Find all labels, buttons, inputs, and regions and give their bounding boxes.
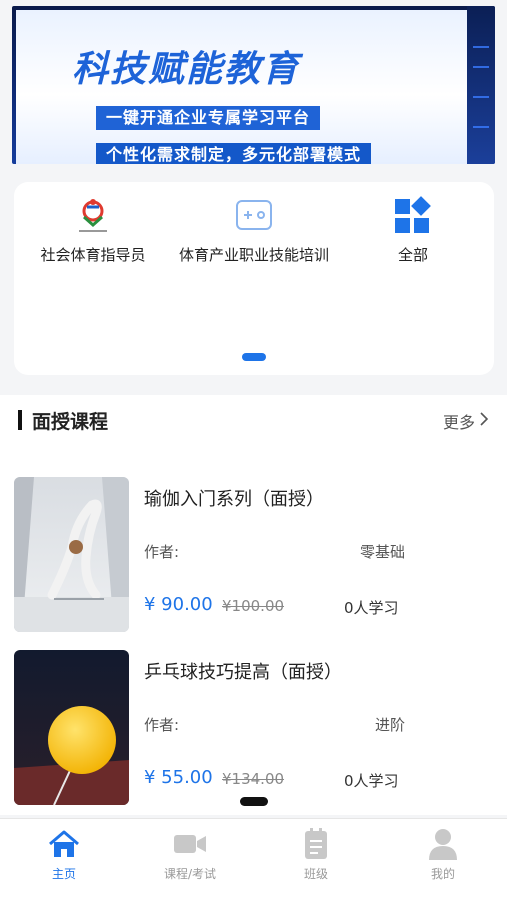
course-card[interactable]: 乒乓球技巧提高（面授） 作者: 进阶 ¥ 55.00 ¥134.00 0人学习 [0, 650, 507, 810]
tab-label: 主页 [51, 867, 76, 881]
course-level: 进阶 [374, 716, 405, 734]
gamepad-icon [169, 190, 339, 240]
course-level: 零基础 [359, 543, 405, 561]
course-learners: 0人学习 [344, 772, 399, 790]
tab-label: 课程/考试 [163, 867, 217, 881]
home-icon [14, 827, 114, 861]
sports-association-logo-icon [8, 190, 178, 240]
tab-label: 我的 [430, 867, 455, 881]
more-label: 更多 [442, 413, 475, 432]
course-thumbnail [14, 650, 129, 805]
tab-profile[interactable]: 我的 [393, 827, 493, 882]
banner-headline: 科技赋能教育 [72, 49, 301, 90]
video-camera-icon [140, 827, 240, 861]
course-original-price: ¥134.00 [222, 770, 285, 788]
carousel-page-indicator [242, 353, 266, 361]
course-original-price: ¥100.00 [222, 597, 285, 615]
tab-courses-exams[interactable]: 课程/考试 [140, 827, 240, 882]
category-social-sports-instructor[interactable]: 社会体育指导员 [8, 190, 178, 265]
category-all[interactable]: 全部 [328, 190, 498, 265]
banner-tag-2: 个性化需求制定，多元化部署模式 [96, 143, 372, 164]
course-learners: 0人学习 [344, 599, 399, 617]
section-title: 面授课程 [32, 411, 109, 433]
category-label: 全部 [397, 246, 428, 264]
promo-banner[interactable]: 科技赋能教育 一键开通企业专属学习平台 个性化需求制定，多元化部署模式 [12, 6, 495, 164]
category-card: 社会体育指导员 体育产业职业技能培训 全部 [14, 182, 494, 375]
bottom-tab-bar: 主页 课程/考试 班级 我的 [0, 818, 507, 900]
course-author: 作者: [144, 716, 180, 734]
course-author: 作者: [144, 543, 180, 561]
course-section: 面授课程 更多 瑜伽入门系列（面授） 作者: 零基础 ¥ 90.00 ¥100.… [0, 395, 507, 815]
user-icon [393, 827, 493, 861]
tab-home[interactable]: 主页 [14, 827, 114, 882]
scroll-indicator [240, 797, 268, 806]
section-title-marker [18, 410, 22, 430]
category-label: 体育产业职业技能培训 [178, 246, 329, 264]
course-card[interactable]: 瑜伽入门系列（面授） 作者: 零基础 ¥ 90.00 ¥100.00 0人学习 [0, 477, 507, 637]
course-title: 乒乓球技巧提高（面授） [144, 662, 342, 683]
course-price: ¥ 55.00 [144, 767, 213, 788]
banner-side-decoration [467, 6, 495, 164]
banner-tag-1: 一键开通企业专属学习平台 [96, 106, 321, 130]
course-thumbnail [14, 477, 129, 632]
chevron-right-icon [479, 411, 489, 431]
tab-label: 班级 [303, 867, 328, 881]
grid-all-icon [328, 190, 498, 240]
tab-class[interactable]: 班级 [266, 827, 366, 882]
app-page: 科技赋能教育 一键开通企业专属学习平台 个性化需求制定，多元化部署模式 社会体育… [0, 0, 507, 900]
course-title: 瑜伽入门系列（面授） [144, 489, 324, 510]
category-sports-industry-training[interactable]: 体育产业职业技能培训 [169, 190, 339, 265]
notebook-icon [266, 827, 366, 861]
course-price: ¥ 90.00 [144, 594, 213, 615]
more-link[interactable]: 更多 [443, 409, 489, 433]
category-label: 社会体育指导员 [40, 246, 146, 264]
